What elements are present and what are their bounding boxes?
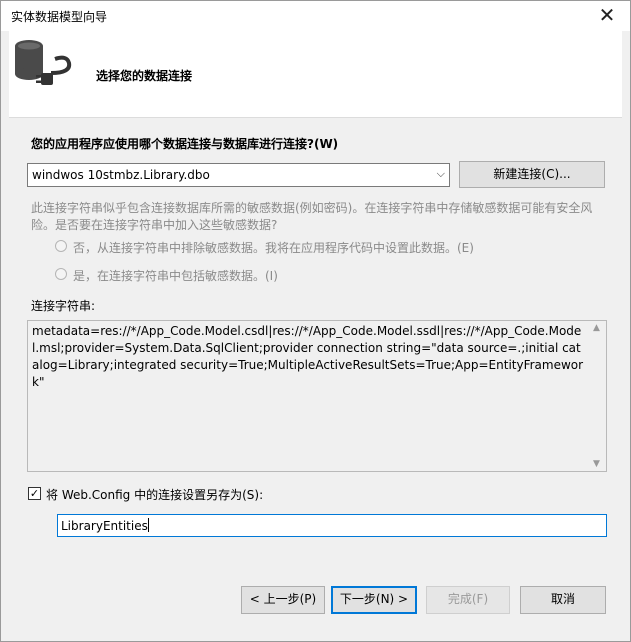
connection-string-box[interactable]: metadata=res://*/App_Code.Model.csdl|res… [27, 320, 607, 472]
header-title: 选择您的数据连接 [96, 69, 193, 83]
next-button[interactable]: 下一步(N) > [331, 586, 417, 614]
connection-string-label: 连接字符串: [31, 299, 96, 313]
connection-question-label: 您的应用程序应使用哪个数据连接与数据库进行连接?(W) [31, 137, 339, 151]
chevron-down-icon: ⌵ [436, 167, 445, 180]
radio-exclude-dot[interactable] [55, 240, 67, 252]
database-plug-icon [15, 40, 72, 85]
checkmark-icon[interactable]: ✓ [28, 487, 41, 500]
scroll-down-icon[interactable]: ▼ [593, 459, 600, 469]
window-title: 实体数据模型向导 [11, 10, 108, 24]
connection-dropdown-value: windwos 10stmbz.Library.dbo [32, 168, 210, 182]
radio-include-label: 是，在连接字符串中包括敏感数据。(I) [73, 269, 278, 283]
connection-string-scrollbar[interactable]: ▲ ▼ [589, 321, 606, 471]
connection-dropdown[interactable]: windwos 10stmbz.Library.dbo ⌵ [27, 163, 450, 187]
entity-name-input[interactable]: LibraryEntities [57, 514, 607, 537]
cancel-button[interactable]: 取消 [520, 586, 606, 614]
wizard-header: 选择您的数据连接 [9, 31, 622, 118]
entity-name-value: LibraryEntities [61, 518, 149, 533]
save-connection-label: 将 Web.Config 中的连接设置另存为(S): [46, 488, 264, 502]
connection-string-text: metadata=res://*/App_Code.Model.csdl|res… [32, 324, 584, 389]
finish-button[interactable]: 完成(F) [426, 586, 510, 614]
wizard-window: 实体数据模型向导 ✕ 选择您的数据连接 您的应用程序应使用哪个数据连接与数据库进… [0, 0, 631, 642]
radio-include-dot[interactable] [55, 268, 67, 280]
radio-exclude-label: 否，从连接字符串中排除敏感数据。我将在应用程序代码中设置此数据。(E) [73, 241, 474, 255]
back-button[interactable]: < 上一步(P) [241, 586, 325, 614]
new-connection-button[interactable]: 新建连接(C)... [459, 161, 605, 188]
close-icon[interactable]: ✕ [592, 3, 622, 29]
scroll-up-icon[interactable]: ▲ [593, 323, 600, 333]
sensitive-data-warning: 此连接字符串似乎包含连接数据库所需的敏感数据(例如密码)。在连接字符串中存储敏感… [31, 201, 593, 232]
text-caret [147, 518, 149, 532]
title-bar: 实体数据模型向导 ✕ [1, 1, 630, 31]
